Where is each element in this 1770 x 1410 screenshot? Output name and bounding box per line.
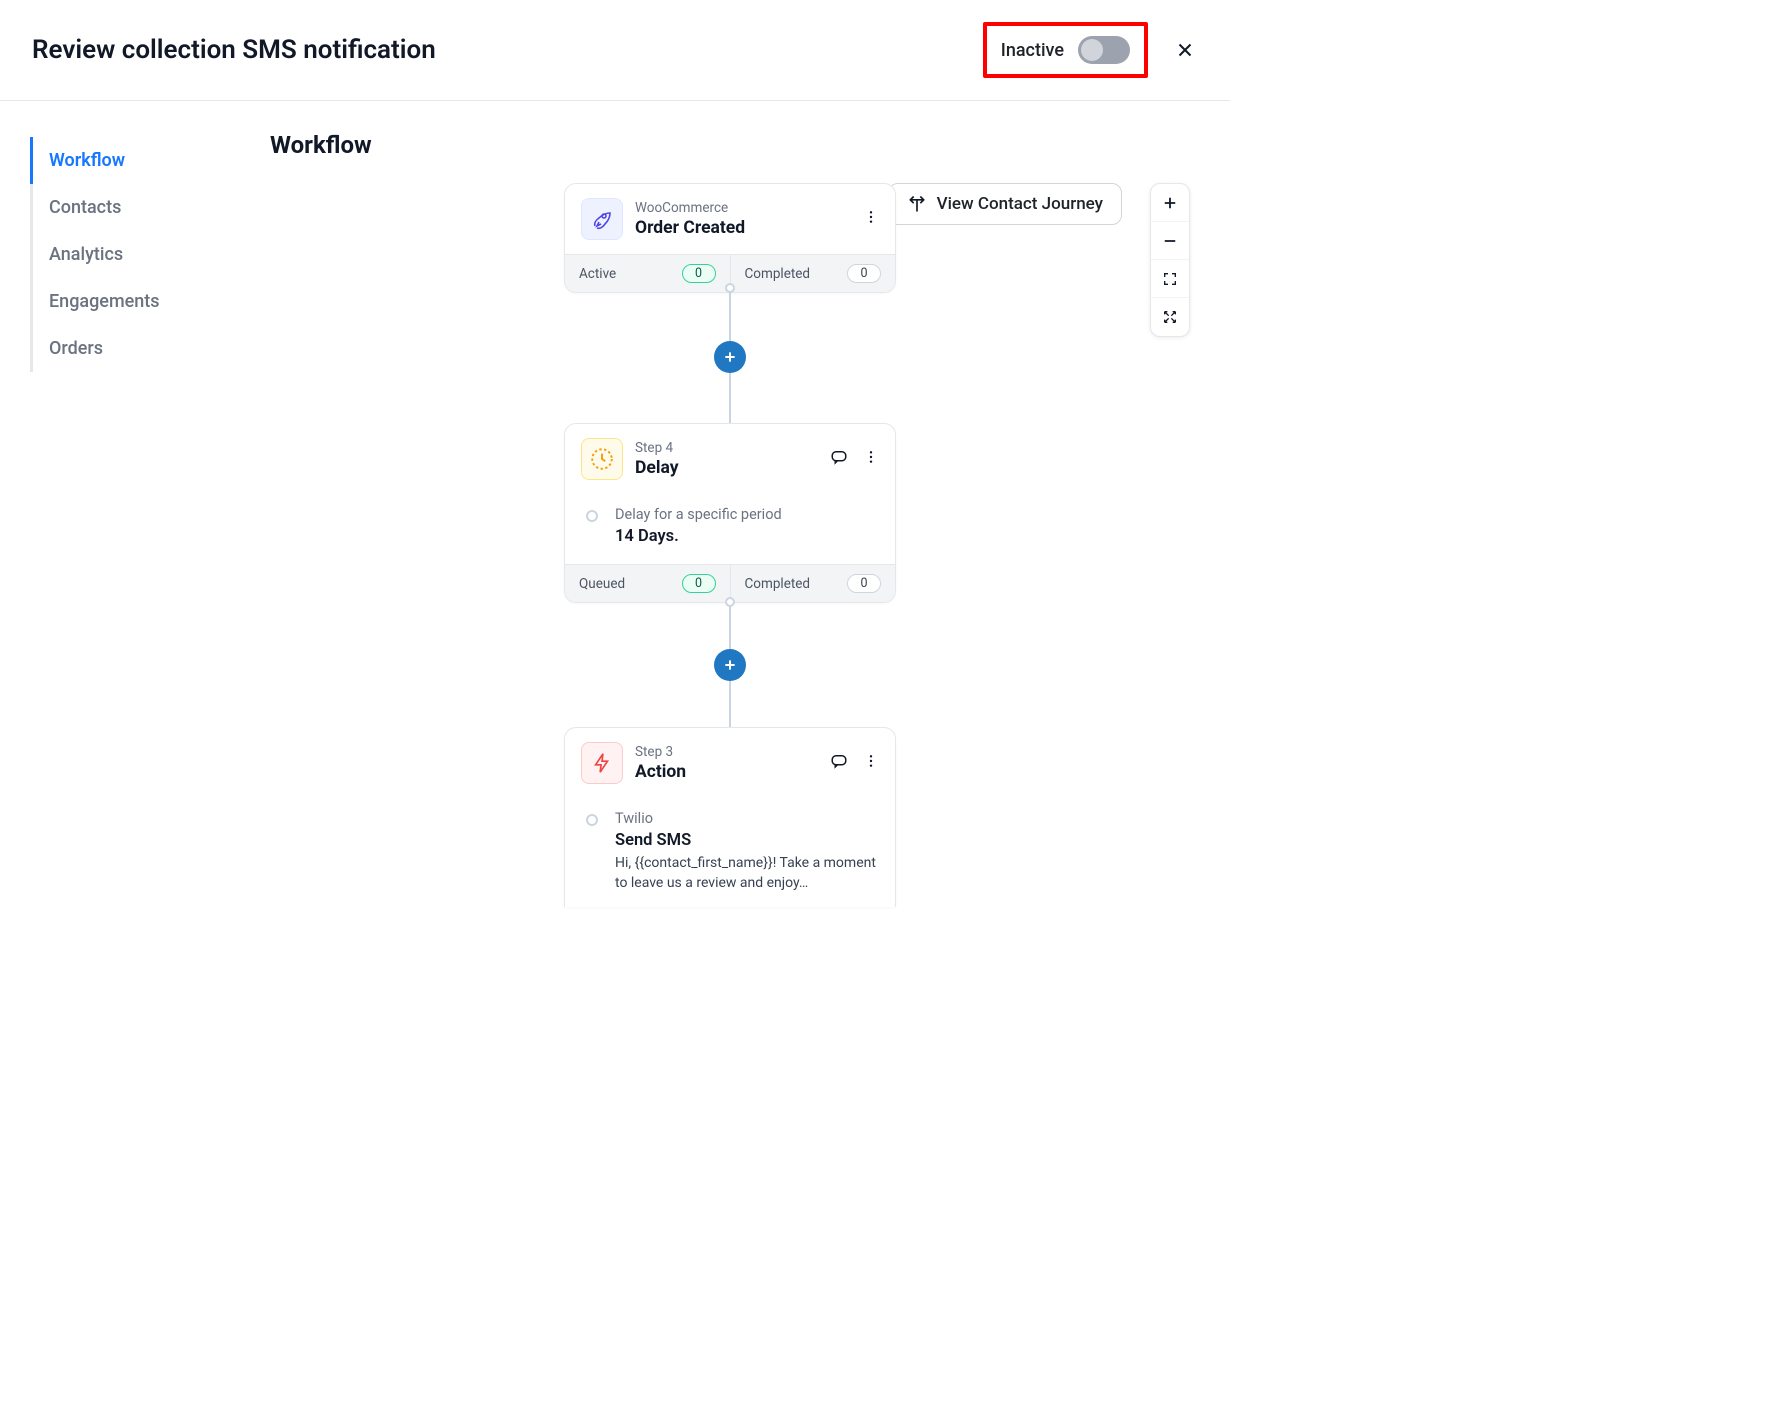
stat-label: Active: [579, 266, 616, 282]
fit-icon: [1162, 271, 1178, 287]
rocket-icon: [581, 198, 623, 240]
sidebar-item-engagements[interactable]: Engagements: [30, 278, 230, 325]
comment-icon: [829, 448, 849, 466]
close-icon: [1174, 39, 1196, 61]
node-title: Action: [635, 762, 817, 782]
node-title: Order Created: [635, 218, 851, 238]
stat-label: Queued: [579, 576, 625, 592]
workflow-heading: Workflow: [270, 131, 1190, 159]
zoom-fit-button[interactable]: [1151, 260, 1189, 298]
page-title: Review collection SMS notification: [32, 35, 436, 65]
node-body: Delay for a specific period 14 Days.: [565, 494, 895, 564]
stat-label: Completed: [745, 266, 811, 282]
plus-icon: [722, 349, 738, 365]
action-message: Hi, {{contact_first_name}}! Take a momen…: [615, 854, 879, 893]
delay-desc: Delay for a specific period: [615, 506, 879, 523]
comment-icon: [829, 752, 849, 770]
node-header: Step 4 Delay: [565, 424, 895, 494]
action-name: Send SMS: [615, 831, 879, 850]
stat-value: 0: [847, 574, 881, 593]
workflow-canvas[interactable]: View Contact Journey: [270, 183, 1190, 997]
status-toggle[interactable]: [1078, 36, 1130, 64]
edge-port: [725, 283, 735, 293]
dots-vertical-icon: [863, 448, 879, 466]
timeline-dot: [586, 814, 598, 826]
status-highlight-box: Inactive: [983, 22, 1148, 78]
node-body: Twilio Send SMS Hi, {{contact_first_name…: [565, 798, 895, 907]
zoom-controls: [1150, 183, 1190, 337]
node-menu-button[interactable]: [863, 208, 879, 230]
minus-icon: [1161, 232, 1179, 250]
dots-vertical-icon: [863, 208, 879, 226]
node-delay[interactable]: Step 4 Delay: [564, 423, 896, 603]
plus-icon: [1161, 194, 1179, 212]
fullscreen-icon: [1162, 309, 1178, 325]
add-step-button[interactable]: [714, 649, 746, 681]
node-subtitle: Step 4: [635, 440, 817, 458]
node-header: WooCommerce Order Created: [565, 184, 895, 254]
sidebar-item-analytics[interactable]: Analytics: [30, 231, 230, 278]
sidebar-item-contacts[interactable]: Contacts: [30, 184, 230, 231]
stat-value: 0: [682, 264, 716, 283]
node-subtitle: WooCommerce: [635, 200, 851, 218]
edge-port: [725, 597, 735, 607]
stat-label: Completed: [745, 576, 811, 592]
action-provider: Twilio: [615, 810, 879, 827]
zoom-in-button[interactable]: [1151, 184, 1189, 222]
header-right: Inactive: [983, 22, 1198, 78]
delay-duration: 14 Days.: [615, 527, 879, 546]
stat-value: 0: [682, 574, 716, 593]
fullscreen-button[interactable]: [1151, 298, 1189, 336]
zoom-out-button[interactable]: [1151, 222, 1189, 260]
node-menu-button[interactable]: [863, 752, 879, 774]
main: Workflow View Contact Journey: [230, 101, 1230, 997]
node-action[interactable]: Step 3 Action: [564, 727, 896, 907]
node-header: Step 3 Action: [565, 728, 895, 798]
node-comment-button[interactable]: [829, 448, 849, 470]
journey-icon: [907, 194, 927, 214]
sidebar-item-orders[interactable]: Orders: [30, 325, 230, 372]
node-subtitle: Step 3: [635, 744, 817, 762]
node-title: Delay: [635, 458, 817, 478]
header: Review collection SMS notification Inact…: [0, 0, 1230, 101]
close-button[interactable]: [1172, 37, 1198, 63]
add-step-button[interactable]: [714, 341, 746, 373]
view-contact-journey-button[interactable]: View Contact Journey: [888, 183, 1122, 225]
sidebar-item-workflow[interactable]: Workflow: [30, 137, 230, 184]
node-menu-button[interactable]: [863, 448, 879, 470]
body: Workflow Contacts Analytics Engagements …: [0, 101, 1230, 997]
timeline-dot: [586, 510, 598, 522]
dots-vertical-icon: [863, 752, 879, 770]
bolt-icon: [581, 742, 623, 784]
status-label: Inactive: [1001, 40, 1064, 61]
clock-icon: [581, 438, 623, 480]
node-comment-button[interactable]: [829, 752, 849, 774]
node-trigger[interactable]: WooCommerce Order Created Active 0: [564, 183, 896, 293]
sidebar: Workflow Contacts Analytics Engagements …: [0, 101, 230, 997]
plus-icon: [722, 657, 738, 673]
stat-value: 0: [847, 264, 881, 283]
view-contact-journey-label: View Contact Journey: [937, 194, 1103, 214]
